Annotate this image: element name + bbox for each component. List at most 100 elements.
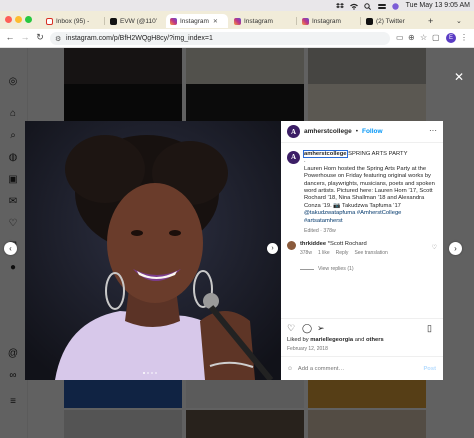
gmail-icon (46, 17, 53, 25)
add-comment-input[interactable]: Add a comment… (298, 366, 344, 372)
save-bookmark-icon[interactable]: ▯ (427, 323, 432, 334)
tab-search-icon[interactable]: ⌄ (452, 14, 466, 28)
tab-instagram-active[interactable]: Instagram ✕ (166, 14, 228, 28)
post-date: February 12, 2018 (287, 346, 328, 352)
previous-post-button[interactable]: ‹ (4, 242, 17, 255)
post-header: A amherstcollege • Follow ··· (281, 121, 443, 143)
new-tab-button[interactable]: + (424, 14, 438, 28)
comment-like-heart-icon[interactable]: ♡ (432, 244, 437, 251)
tab-label: Inbox (95) - (56, 17, 90, 25)
address-bar[interactable]: ⚙ instagram.com/p/BfH2WQgH8cy/?img_index… (50, 32, 390, 45)
carousel-dot (151, 372, 153, 374)
zoom-window-button[interactable] (25, 16, 32, 23)
emoji-icon[interactable]: ☺ (287, 366, 293, 372)
caption-body: Lauren Horn hosted the Spring Arts Party… (304, 165, 435, 209)
extensions-icon[interactable]: ▢ (432, 33, 440, 42)
search-icon[interactable] (363, 2, 372, 10)
carousel-indicator (143, 372, 157, 374)
url-text: instagram.com/p/BfH2WQgH8cy/?img_index=1 (66, 35, 213, 42)
like-heart-icon[interactable]: ♡ (287, 323, 295, 334)
add-comment-row: ☺ Add a comment… Post (281, 356, 443, 380)
caption-dash: . (304, 158, 306, 165)
forward-button[interactable]: → (19, 32, 31, 42)
view-replies-button[interactable]: View replies (1) (300, 266, 354, 272)
site-info-icon[interactable]: ⚙ (55, 35, 61, 43)
siri-icon[interactable] (391, 2, 400, 10)
reload-button[interactable]: ↻ (34, 32, 46, 43)
instagram-icon (234, 17, 241, 25)
x-logo-icon (110, 17, 117, 25)
carousel-dot-active (143, 372, 145, 374)
post-username[interactable]: amherstcollege (304, 128, 352, 135)
wifi-icon[interactable] (349, 3, 358, 10)
zoom-icon[interactable]: ⊕ (408, 33, 415, 42)
browser-tab-strip: Inbox (95) - EVW (@110’ Instagram ✕ Inst… (0, 11, 474, 29)
post-actions-bar: ♡ ◯ ➢ ▯ (281, 318, 443, 336)
tab-divider (360, 17, 361, 25)
commenter-avatar[interactable] (287, 241, 296, 250)
caption-avatar[interactable]: A (287, 151, 300, 164)
reply-link[interactable]: Reply (336, 250, 349, 257)
tab-divider (104, 17, 105, 25)
tab-instagram-3[interactable]: Instagram (298, 14, 358, 28)
close-modal-icon[interactable]: ✕ (454, 70, 464, 84)
tab-instagram-2[interactable]: Instagram (230, 14, 294, 28)
tab-twitter[interactable]: (2) Twitter (362, 14, 422, 28)
more-options-icon[interactable]: ··· (429, 126, 437, 135)
back-button[interactable]: ← (4, 32, 16, 42)
liked-by-and: and (354, 337, 365, 343)
menu-bar-clock[interactable]: Tue May 13 9:05 AM (406, 2, 470, 9)
post-modal: › A amherstcollege • Follow ··· A amhers… (25, 121, 443, 380)
close-tab-icon[interactable]: ✕ (213, 18, 218, 25)
comment-bubble-icon[interactable]: ◯ (302, 323, 312, 334)
carousel-dot (147, 372, 149, 374)
tab-gmail[interactable]: Inbox (95) - (42, 14, 102, 28)
next-image-button[interactable]: › (267, 243, 278, 254)
browser-toolbar: ← → ↻ ⚙ instagram.com/p/BfH2WQgH8cy/?img… (0, 29, 474, 48)
instagram-icon (170, 17, 177, 25)
tab-label: Instagram (312, 17, 341, 25)
dropbox-icon[interactable] (335, 2, 344, 9)
next-post-button[interactable]: › (449, 242, 462, 255)
post-photo: › (25, 121, 281, 380)
comment-text: *Scott Rochard (327, 241, 367, 247)
see-translation-link[interactable]: See translation (354, 250, 387, 257)
control-center-icon[interactable] (377, 3, 386, 9)
comment-likes[interactable]: 1 like (318, 250, 330, 257)
separator-dot: • (355, 128, 358, 135)
view-replies-label: View replies (1) (318, 266, 354, 272)
screen: Tue May 13 9:05 AM Inbox (95) - EVW (@11… (0, 0, 474, 438)
edited-label: Edited · 378w (304, 228, 336, 235)
cast-icon[interactable]: ▭ (396, 33, 404, 42)
liked-by-others[interactable]: others (366, 337, 384, 343)
comment-username[interactable]: thrkiddee (300, 241, 326, 247)
comment-item: thrkiddee *Scott Rochard 378w 1 like Rep… (287, 241, 437, 258)
close-window-button[interactable] (5, 16, 12, 23)
post-comment-button[interactable]: Post (423, 366, 436, 372)
share-paper-plane-icon[interactable]: ➢ (317, 323, 325, 334)
caption-username[interactable]: amherstcollege (303, 150, 348, 158)
minimize-window-button[interactable] (15, 16, 22, 23)
profile-avatar[interactable]: E (446, 33, 456, 43)
tab-label: EVW (@110’ (120, 17, 158, 25)
bookmark-star-icon[interactable]: ☆ (420, 33, 427, 42)
caption-hashtags[interactable]: @takudzwatapfuma #AmherstCollege #artsat… (304, 210, 401, 223)
liked-by-prefix: Liked by (287, 337, 309, 343)
tab-x-evw[interactable]: EVW (@110’ (106, 14, 166, 28)
comment-meta: 378w 1 like Reply See translation (300, 250, 388, 257)
tab-label: Instagram (244, 17, 273, 25)
post-side-panel: A amherstcollege • Follow ··· A amherstc… (281, 121, 443, 380)
account-avatar[interactable]: A (287, 125, 300, 138)
x-logo-icon (366, 17, 373, 25)
caption-heading: SPRING ARTS PARTY (348, 151, 408, 157)
instagram-icon (302, 17, 309, 25)
browser-menu-icon[interactable]: ⋮ (460, 33, 468, 42)
tab-divider (296, 17, 297, 25)
comment-age: 378w (300, 250, 312, 257)
tab-label: (2) Twitter (376, 17, 405, 25)
macos-menu-bar: Tue May 13 9:05 AM (0, 0, 474, 11)
performer-photo (25, 121, 281, 380)
follow-button[interactable]: Follow (362, 128, 383, 135)
liked-by-user[interactable]: mariellegeorgia (310, 337, 353, 343)
carousel-dot (155, 372, 157, 374)
